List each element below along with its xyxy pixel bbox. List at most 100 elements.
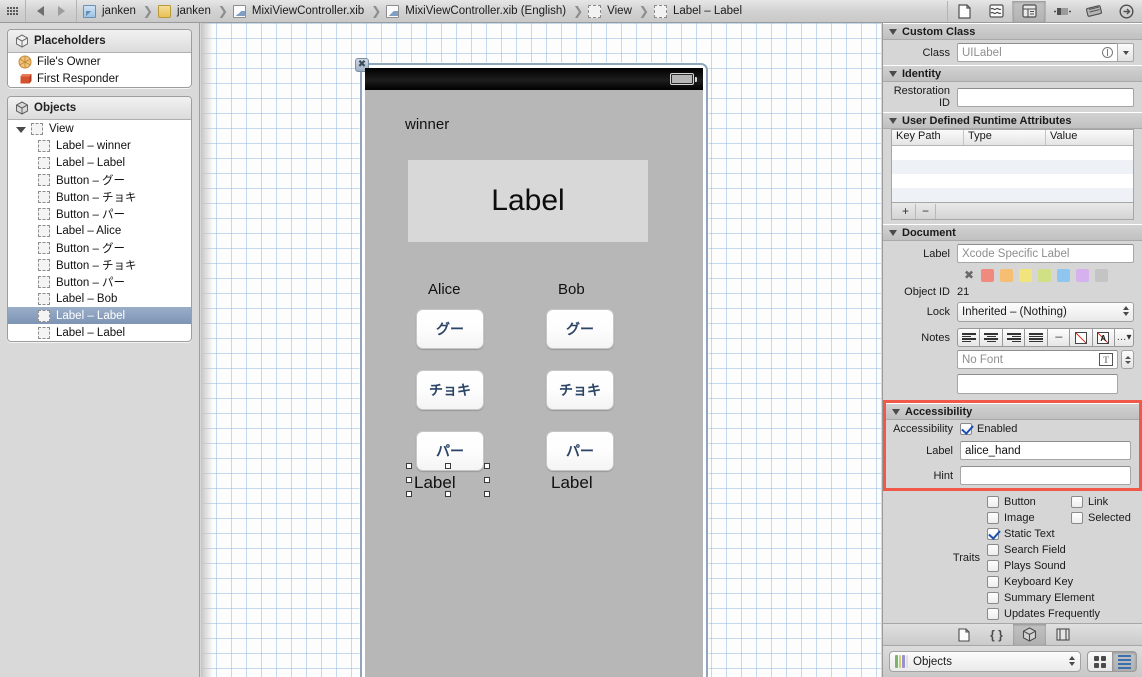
chevron-down-icon[interactable] bbox=[889, 117, 897, 124]
outline-row[interactable]: Label – Alice bbox=[8, 222, 191, 239]
trait-checkbox[interactable] bbox=[987, 496, 999, 508]
lock-dropdown[interactable]: Inherited – (Nothing) bbox=[957, 302, 1134, 322]
custom-class-section-header[interactable]: Custom Class bbox=[883, 23, 1142, 40]
outline-row[interactable]: Button – グー bbox=[8, 239, 191, 256]
outline-row[interactable]: Button – チョキ bbox=[8, 188, 191, 205]
color-swatch-green[interactable] bbox=[1038, 269, 1052, 282]
add-attribute-button[interactable]: + bbox=[896, 203, 917, 219]
breadcrumb-item-3[interactable]: MixiViewController.xib (English) bbox=[386, 4, 568, 18]
trait-checkbox[interactable] bbox=[987, 512, 999, 524]
outline-row[interactable]: Button – グー bbox=[8, 171, 191, 188]
outline-row-view[interactable]: View bbox=[8, 120, 191, 137]
color-swatch-orange[interactable] bbox=[1000, 269, 1014, 282]
trait-checkbox[interactable] bbox=[987, 560, 999, 572]
align-right-icon[interactable] bbox=[1001, 328, 1025, 347]
more-icon[interactable]: …▾ bbox=[1113, 328, 1134, 347]
breadcrumb-item-5[interactable]: Label – Label bbox=[653, 4, 744, 18]
trait-item[interactable]: Plays Sound bbox=[987, 558, 1134, 574]
outline-row[interactable]: Button – チョキ bbox=[8, 256, 191, 273]
outline-row[interactable]: Label – winner bbox=[8, 137, 191, 154]
text-color-icon[interactable]: A bbox=[1091, 328, 1114, 347]
trait-item[interactable]: Image bbox=[987, 510, 1071, 526]
interface-builder-canvas[interactable]: ✖ winner Label Alice グー チョキ パー Label Bob… bbox=[201, 23, 881, 677]
align-center-icon[interactable] bbox=[979, 328, 1002, 347]
color-swatch-gray[interactable] bbox=[1095, 269, 1109, 282]
trait-item[interactable]: Selected bbox=[1071, 510, 1134, 526]
outline-row[interactable]: Label – Bob bbox=[8, 290, 191, 307]
align-left-icon[interactable] bbox=[957, 328, 980, 347]
trait-checkbox[interactable] bbox=[987, 592, 999, 604]
media-library-button[interactable] bbox=[1046, 624, 1079, 645]
device-preview[interactable]: ✖ winner Label Alice グー チョキ パー Label Bob… bbox=[355, 58, 708, 677]
trait-checkbox[interactable] bbox=[987, 528, 999, 540]
color-swatch-blue[interactable] bbox=[1057, 269, 1071, 282]
font-stepper[interactable] bbox=[1121, 350, 1134, 369]
column-header-key-path[interactable]: Key Path bbox=[892, 130, 964, 145]
player-name-bob[interactable]: Bob bbox=[558, 281, 585, 298]
hide-navigator-button[interactable] bbox=[1046, 1, 1078, 22]
alice-button-choki[interactable]: チョキ bbox=[416, 370, 484, 410]
chevron-down-icon[interactable] bbox=[889, 28, 897, 35]
align-justify-icon[interactable] bbox=[1024, 328, 1047, 347]
outline-row[interactable]: Button – パー bbox=[8, 205, 191, 222]
placeholder-item-files-owner[interactable]: File's Owner bbox=[8, 53, 191, 70]
class-input[interactable]: UILabel bbox=[957, 43, 1117, 62]
trait-item[interactable]: Updates Frequently bbox=[987, 606, 1134, 622]
outline-row[interactable]: Button – パー bbox=[8, 273, 191, 290]
grid-icon[interactable] bbox=[0, 0, 26, 22]
breadcrumb-item-2[interactable]: MixiViewController.xib bbox=[232, 4, 366, 18]
list-view-icon[interactable] bbox=[1112, 651, 1137, 672]
outline-row[interactable]: Label – Label bbox=[8, 307, 191, 324]
result-big-label[interactable]: Label bbox=[408, 160, 648, 242]
color-swatch-red[interactable] bbox=[981, 269, 995, 282]
list-icon[interactable]: --- bbox=[1046, 328, 1070, 347]
chevron-down-icon[interactable] bbox=[889, 70, 897, 77]
udra-section-header[interactable]: User Defined Runtime Attributes bbox=[883, 112, 1142, 129]
bob-button-guu[interactable]: グー bbox=[546, 309, 614, 349]
color-swatch-purple[interactable] bbox=[1076, 269, 1090, 282]
trait-item[interactable]: Keyboard Key bbox=[987, 574, 1134, 590]
trait-item[interactable]: Search Field bbox=[987, 542, 1134, 558]
code-snippet-library-button[interactable]: { } bbox=[980, 624, 1013, 645]
trait-item[interactable]: Summary Element bbox=[987, 590, 1134, 606]
back-arrow-icon[interactable] bbox=[37, 6, 44, 16]
class-dropdown-button[interactable] bbox=[1117, 43, 1134, 62]
version-editor-button[interactable] bbox=[1013, 0, 1045, 22]
placeholders-header[interactable]: Placeholders bbox=[8, 30, 191, 53]
trait-checkbox[interactable] bbox=[987, 544, 999, 556]
chevron-down-icon[interactable] bbox=[889, 229, 897, 236]
hide-debug-button[interactable] bbox=[1078, 1, 1110, 22]
breadcrumb-item-0[interactable]: janken bbox=[83, 4, 138, 18]
clear-color-swatch[interactable]: ✖ bbox=[964, 269, 974, 282]
trait-checkbox[interactable] bbox=[1071, 512, 1083, 524]
library-category-dropdown[interactable]: Objects bbox=[889, 651, 1081, 672]
forward-arrow-icon[interactable] bbox=[58, 6, 65, 16]
remove-attribute-button[interactable]: − bbox=[916, 203, 937, 219]
document-label-input[interactable]: Xcode Specific Label bbox=[957, 244, 1134, 263]
trait-item[interactable]: Link bbox=[1071, 494, 1134, 510]
objects-header[interactable]: Objects bbox=[8, 97, 191, 120]
accessibility-enabled-checkbox[interactable] bbox=[960, 423, 972, 435]
notes-textarea[interactable] bbox=[957, 374, 1118, 394]
trait-checkbox[interactable] bbox=[987, 576, 999, 588]
column-header-type[interactable]: Type bbox=[964, 130, 1046, 145]
color-swatch-yellow[interactable] bbox=[1019, 269, 1033, 282]
assistant-editor-button[interactable] bbox=[980, 1, 1012, 22]
document-section-header[interactable]: Document bbox=[883, 224, 1142, 241]
player-name-alice[interactable]: Alice bbox=[428, 281, 461, 298]
font-panel-icon[interactable]: T bbox=[1099, 353, 1113, 366]
breadcrumb-item-1[interactable]: janken bbox=[157, 4, 213, 18]
udra-table[interactable]: Key Path Type Value bbox=[891, 129, 1134, 203]
accessibility-section-header[interactable]: Accessibility bbox=[886, 403, 1139, 420]
disclosure-triangle-icon[interactable] bbox=[16, 126, 26, 133]
object-library-button[interactable] bbox=[1013, 624, 1046, 645]
trait-item[interactable]: Button bbox=[987, 494, 1071, 510]
trait-checkbox[interactable] bbox=[1071, 496, 1083, 508]
placeholder-item-first-responder[interactable]: First Responder bbox=[8, 70, 191, 87]
restoration-id-input[interactable] bbox=[957, 87, 1134, 107]
color-icon[interactable] bbox=[1069, 328, 1092, 347]
alice-button-guu[interactable]: グー bbox=[416, 309, 484, 349]
bob-button-choki[interactable]: チョキ bbox=[546, 370, 614, 410]
column-header-value[interactable]: Value bbox=[1046, 130, 1133, 145]
outline-row[interactable]: Label – Label bbox=[8, 324, 191, 341]
